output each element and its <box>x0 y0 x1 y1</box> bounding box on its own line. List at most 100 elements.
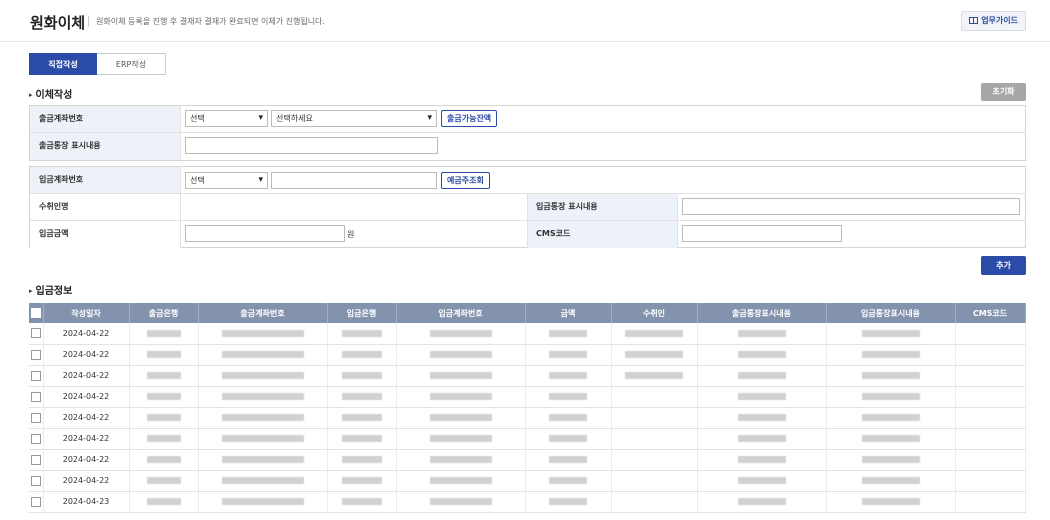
redacted-value <box>146 351 181 358</box>
select-all-checkbox-cell[interactable] <box>29 303 44 323</box>
row-checkbox[interactable] <box>30 496 41 507</box>
add-button[interactable]: 추가 <box>981 256 1026 275</box>
row-withdraw-account <box>198 470 328 492</box>
guide-button[interactable]: 업무가이드 <box>961 11 1026 31</box>
row-withdraw-memo <box>697 449 827 471</box>
withdraw-memo-label: 출금통장 표시내용 <box>30 133 180 160</box>
tab-erp-entry[interactable]: ERP작성 <box>97 53 166 75</box>
table-row[interactable]: 2024-04-22 <box>29 344 1026 366</box>
amount-row: 입금금액 원 CMS코드 <box>30 221 1025 248</box>
cms-input[interactable] <box>682 225 842 242</box>
tab-direct-entry[interactable]: 직접작성 <box>29 53 97 75</box>
row-withdraw-bank <box>129 365 199 387</box>
withdraw-account-select[interactable]: 선택하세요 <box>271 110 437 127</box>
redacted-value <box>861 435 920 442</box>
holder-lookup-button[interactable]: 예금주조회 <box>441 172 490 189</box>
row-recipient <box>611 344 698 366</box>
redacted-value <box>429 414 492 421</box>
table-row[interactable]: 2024-04-22 <box>29 470 1026 492</box>
amount-input[interactable] <box>185 225 345 242</box>
withdraw-form: 출금계좌번호 선택 선택하세요 출금가능잔액 출금통장 표시내용 <box>29 105 1026 161</box>
redacted-value <box>221 498 304 505</box>
col-cms: CMS코드 <box>955 303 1026 323</box>
table-row[interactable]: 2024-04-22 <box>29 449 1026 471</box>
row-checkbox[interactable] <box>30 475 41 486</box>
row-checkbox[interactable] <box>30 349 41 360</box>
redacted-value <box>861 372 920 379</box>
recipient-label: 수취인명 <box>30 194 180 220</box>
redacted-value <box>221 414 304 421</box>
redacted-value <box>221 372 304 379</box>
deposit-memo-input[interactable] <box>682 198 1020 215</box>
row-cms <box>955 470 1026 492</box>
row-checkbox-cell[interactable] <box>29 407 44 429</box>
table-row[interactable]: 2024-04-22 <box>29 386 1026 408</box>
table-row[interactable]: 2024-04-22 <box>29 365 1026 387</box>
redacted-value <box>549 351 587 358</box>
deposit-account-input[interactable] <box>271 172 437 189</box>
deposit-bank-select[interactable]: 선택 <box>185 172 268 189</box>
row-deposit-memo <box>826 344 956 366</box>
redacted-value <box>341 498 382 505</box>
row-cms <box>955 365 1026 387</box>
redacted-value <box>861 414 920 421</box>
table-row[interactable]: 2024-04-22 <box>29 428 1026 450</box>
divider <box>527 194 528 220</box>
row-checkbox-cell[interactable] <box>29 491 44 513</box>
row-checkbox-cell[interactable] <box>29 449 44 471</box>
row-recipient <box>611 323 698 345</box>
row-checkbox[interactable] <box>30 370 41 381</box>
row-deposit-bank <box>327 365 397 387</box>
row-withdraw-memo <box>697 491 827 513</box>
row-checkbox[interactable] <box>30 391 41 402</box>
row-deposit-memo <box>826 428 956 450</box>
row-checkbox-cell[interactable] <box>29 386 44 408</box>
redacted-value <box>549 393 587 400</box>
row-date: 2024-04-22 <box>43 323 130 345</box>
row-checkbox-cell[interactable] <box>29 323 44 345</box>
row-checkbox-cell[interactable] <box>29 470 44 492</box>
deposit-section-title: 입금정보 <box>29 282 73 297</box>
title-separator <box>88 16 89 27</box>
divider <box>180 194 181 220</box>
redacted-value <box>341 414 382 421</box>
row-checkbox-cell[interactable] <box>29 344 44 366</box>
redacted-value <box>146 435 181 442</box>
row-checkbox[interactable] <box>30 328 41 339</box>
reset-button[interactable]: 초기화 <box>981 83 1026 101</box>
row-checkbox[interactable] <box>30 412 41 423</box>
row-recipient <box>611 407 698 429</box>
row-withdraw-account <box>198 407 328 429</box>
col-withdraw-memo: 출금통장표시내용 <box>697 303 827 323</box>
row-checkbox-cell[interactable] <box>29 428 44 450</box>
guide-button-label: 업무가이드 <box>981 16 1018 25</box>
select-all-checkbox[interactable] <box>30 308 41 318</box>
table-row[interactable]: 2024-04-22 <box>29 407 1026 429</box>
table-row[interactable]: 2024-04-22 <box>29 323 1026 345</box>
redacted-value <box>146 372 181 379</box>
withdraw-bank-select[interactable]: 선택 <box>185 110 268 127</box>
deposit-memo-label: 입금통장 표시내용 <box>527 194 677 220</box>
row-amount <box>525 407 612 429</box>
table-row[interactable]: 2024-04-23 <box>29 491 1026 513</box>
row-date: 2024-04-22 <box>43 344 130 366</box>
redacted-value <box>737 435 786 442</box>
transfer-section-title: 이체작성 <box>29 86 73 101</box>
redacted-value <box>861 498 920 505</box>
row-checkbox[interactable] <box>30 454 41 465</box>
row-recipient <box>611 386 698 408</box>
amount-unit: 원 <box>347 230 355 239</box>
redacted-value <box>737 329 786 337</box>
redacted-value <box>341 435 382 442</box>
balance-button[interactable]: 출금가능잔액 <box>441 110 498 127</box>
withdraw-memo-row: 출금통장 표시내용 <box>30 133 1025 160</box>
redacted-value <box>429 351 492 358</box>
col-withdraw-account: 출금계좌번호 <box>198 303 328 323</box>
redacted-value <box>861 329 920 337</box>
row-amount <box>525 491 612 513</box>
redacted-value <box>429 329 492 337</box>
page-description: 원화이체 등록을 진행 후 결재자 결재가 완료되면 이체가 진행됩니다. <box>96 17 325 26</box>
withdraw-memo-input[interactable] <box>185 137 438 154</box>
row-checkbox[interactable] <box>30 433 41 444</box>
row-checkbox-cell[interactable] <box>29 365 44 387</box>
